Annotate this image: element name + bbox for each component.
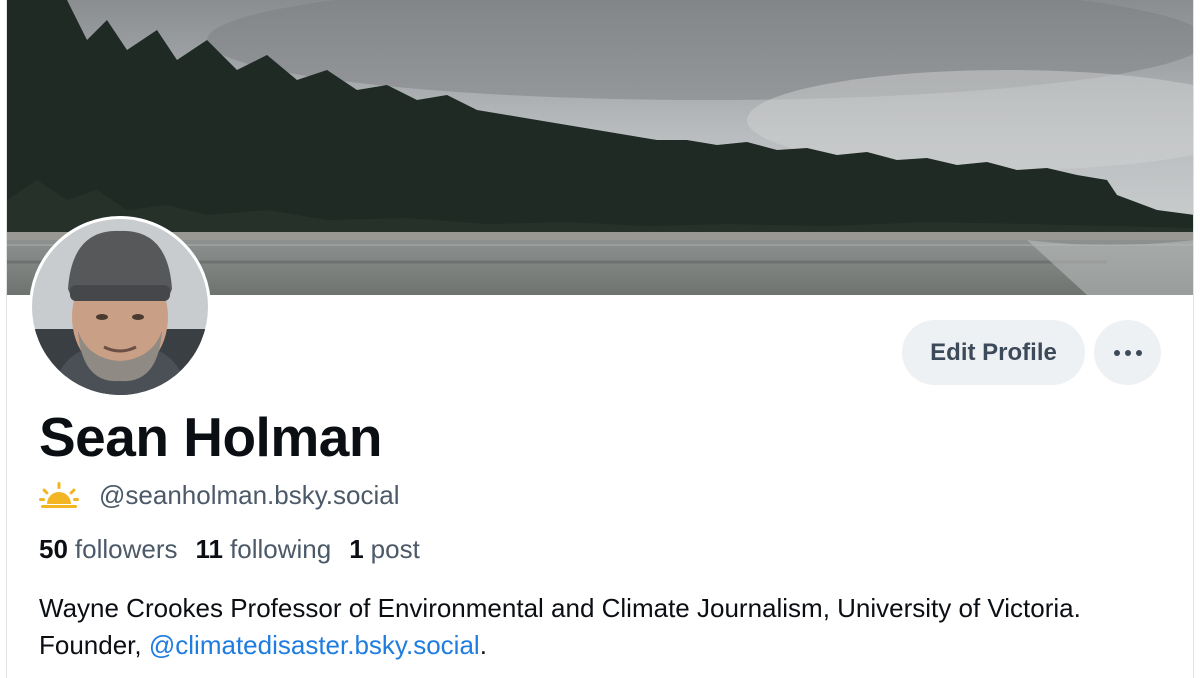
- posts-stat: 1 post: [349, 534, 420, 565]
- profile-stats: 50 followers 11 following 1 post: [39, 530, 438, 568]
- following-count: 11: [195, 533, 224, 564]
- followers-count: 50: [39, 533, 68, 564]
- following-stat[interactable]: 11 following: [196, 534, 332, 565]
- sunrise-icon: [39, 482, 79, 508]
- display-name: Sean Holman: [39, 406, 382, 468]
- posts-label: post: [370, 533, 420, 564]
- posts-count: 1: [349, 533, 364, 564]
- ellipsis-icon: [1113, 349, 1142, 356]
- profile-bio: Wayne Crookes Professor of Environmental…: [39, 590, 1169, 664]
- followers-stat[interactable]: 50 followers: [39, 534, 178, 565]
- avatar[interactable]: [29, 216, 211, 398]
- handle-row: @seanholman.bsky.social: [39, 476, 400, 514]
- profile-handle: @seanholman.bsky.social: [99, 479, 400, 510]
- bio-trailing: .: [479, 630, 487, 660]
- profile-card: Edit Profile Sean Holman @seanholman.bsk…: [6, 0, 1194, 678]
- edit-profile-button[interactable]: Edit Profile: [902, 320, 1085, 385]
- avatar-image: [32, 219, 208, 395]
- bio-mention-link[interactable]: @climatedisaster.bsky.social: [149, 630, 480, 660]
- more-options-button[interactable]: [1094, 320, 1161, 385]
- followers-label: followers: [74, 533, 178, 564]
- following-label: following: [230, 533, 332, 564]
